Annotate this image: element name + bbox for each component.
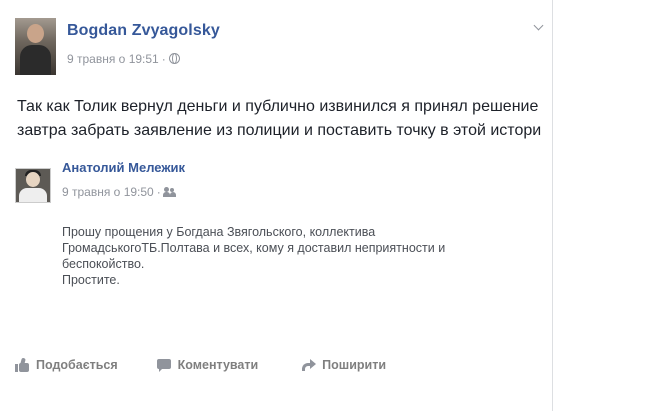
shared-text-line: Простите. xyxy=(62,273,120,287)
comment-icon xyxy=(156,358,172,372)
shared-text-line: ГромадськогоТБ.Полтава и всех, кому я до… xyxy=(62,241,446,255)
share-arrow-icon xyxy=(301,358,317,372)
share-button[interactable]: Поширити xyxy=(301,358,386,372)
comment-label: Коментувати xyxy=(177,358,259,372)
comment-button[interactable]: Коментувати xyxy=(156,358,259,372)
like-label: Подобається xyxy=(36,358,118,372)
shared-post-text: Прошу прощения у Богдана Звягольского, к… xyxy=(62,224,512,288)
post-text: Так как Толик вернул деньги и публично и… xyxy=(17,95,542,143)
globe-icon[interactable] xyxy=(168,53,180,64)
action-bar: Подобається Коментувати Поширити xyxy=(15,355,386,375)
share-label: Поширити xyxy=(322,358,387,372)
shared-text-line: Прошу прощения у Богдана Звягольского, к… xyxy=(62,225,376,239)
shared-post-meta: 9 травня о 19:50 · xyxy=(62,185,176,199)
post-text-line: Так как Толик вернул деньги и публично и… xyxy=(17,98,539,115)
shared-author-avatar[interactable] xyxy=(15,168,51,203)
friends-icon[interactable] xyxy=(162,187,176,197)
author-name[interactable]: Bogdan Zvyagolsky xyxy=(67,22,220,40)
chevron-down-icon[interactable] xyxy=(534,22,544,32)
shared-author-name[interactable]: Анатолий Мележик xyxy=(62,160,185,175)
post-timestamp[interactable]: 9 травня о 19:51 xyxy=(67,52,159,66)
shared-post-timestamp[interactable]: 9 травня о 19:50 xyxy=(62,185,154,199)
like-button[interactable]: Подобається xyxy=(15,357,118,372)
thumbs-up-icon xyxy=(15,357,30,372)
post-text-line: завтра забрать заявление из полиции и по… xyxy=(17,122,542,139)
post-card: Bogdan Zvyagolsky 9 травня о 19:51 · Так … xyxy=(0,0,553,411)
post-meta: 9 травня о 19:51 · xyxy=(67,52,180,66)
author-avatar[interactable] xyxy=(15,18,56,75)
meta-separator: · xyxy=(156,185,161,199)
shared-text-line: беспокойство. xyxy=(62,257,145,271)
meta-separator: · xyxy=(161,52,166,66)
